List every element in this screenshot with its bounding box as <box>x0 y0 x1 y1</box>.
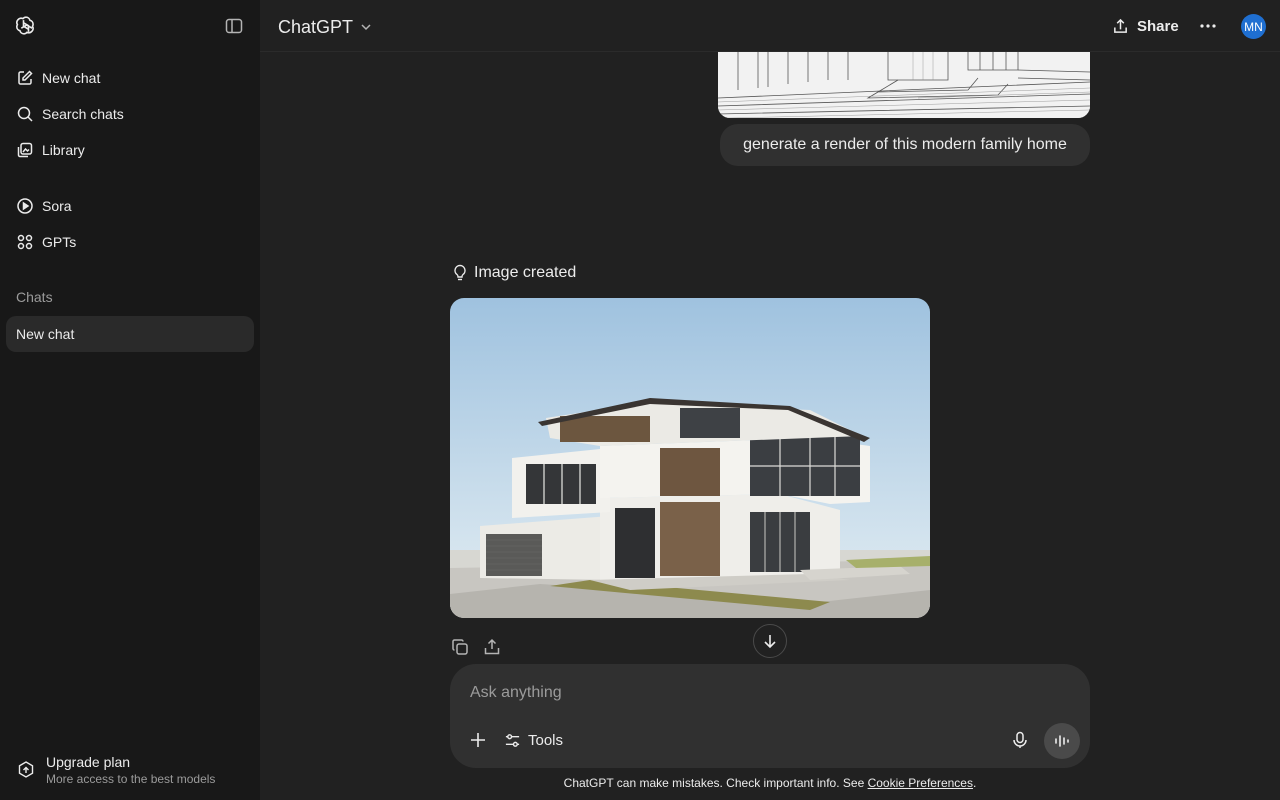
copy-icon[interactable] <box>450 637 470 657</box>
library-icon <box>17 142 33 158</box>
share-button[interactable]: Share <box>1112 14 1179 38</box>
search-icon <box>17 106 33 122</box>
top-bar: ChatGPT Share MN <box>260 0 1280 52</box>
user-message: generate a render of this modern family … <box>720 124 1090 166</box>
tools-button[interactable]: Tools <box>504 728 563 752</box>
lightbulb-icon <box>454 264 466 281</box>
microphone-icon[interactable] <box>1010 730 1030 750</box>
upgrade-subtitle: More access to the best models <box>46 772 216 786</box>
upgrade-icon <box>18 761 34 778</box>
voice-mode-button[interactable] <box>1044 723 1080 759</box>
openai-logo-icon[interactable] <box>14 14 38 38</box>
scroll-to-bottom-button[interactable] <box>753 624 787 658</box>
house-render-illustration <box>450 298 930 618</box>
chat-history-label: New chat <box>16 326 75 342</box>
chat-history-item[interactable]: New chat <box>6 316 254 352</box>
generated-house-render[interactable] <box>450 298 930 618</box>
upgrade-title: Upgrade plan <box>46 754 131 770</box>
model-selector[interactable]: ChatGPT <box>272 12 379 42</box>
sidebar-toggle-icon[interactable] <box>224 16 244 36</box>
grid-icon <box>17 234 33 250</box>
disclaimer: ChatGPT can make mistakes. Check importa… <box>450 776 1090 790</box>
sidebar-item-label: Sora <box>42 198 72 214</box>
avatar[interactable]: MN <box>1241 14 1266 39</box>
chevron-down-icon <box>361 24 371 31</box>
new-chat-icon <box>18 70 33 85</box>
message-composer: Tools <box>450 664 1090 768</box>
sliders-icon <box>505 733 520 747</box>
sidebar-item-sora[interactable]: Sora <box>6 188 254 224</box>
play-icon <box>17 198 33 214</box>
share-icon <box>1114 18 1127 33</box>
sidebar: New chat Search chats Library Sora GPTs … <box>0 0 260 800</box>
plus-icon[interactable] <box>466 728 490 752</box>
disclaimer-text: ChatGPT can make mistakes. Check importa… <box>563 776 868 790</box>
sidebar-item-library[interactable]: Library <box>6 132 254 168</box>
disclaimer-end: . <box>972 776 977 790</box>
sidebar-item-label: Search chats <box>42 106 124 122</box>
tools-label: Tools <box>528 731 564 749</box>
sidebar-item-label: New chat <box>42 70 101 86</box>
sidebar-item-new-chat[interactable]: New chat <box>6 60 254 96</box>
message-input[interactable] <box>470 680 1030 706</box>
model-name: ChatGPT <box>278 16 354 37</box>
sidebar-item-label: Library <box>42 142 85 158</box>
sidebar-item-label: GPTs <box>42 234 77 250</box>
share-label: Share <box>1137 17 1179 35</box>
upgrade-plan-button[interactable]: Upgrade plan More access to the best mod… <box>6 746 254 794</box>
sidebar-item-search-chats[interactable]: Search chats <box>6 96 254 132</box>
voice-waveform-icon <box>1055 735 1069 747</box>
image-created-label: Image created <box>474 264 577 281</box>
chats-section-label: Chats <box>16 289 53 305</box>
cookie-preferences-link[interactable]: Cookie Preferences <box>868 776 973 790</box>
image-created-status[interactable]: Image created <box>452 264 576 282</box>
arrow-down-icon <box>764 635 776 649</box>
share-image-icon[interactable] <box>482 637 502 657</box>
more-options-icon[interactable] <box>1198 16 1218 36</box>
sidebar-item-gpts[interactable]: GPTs <box>6 224 254 260</box>
